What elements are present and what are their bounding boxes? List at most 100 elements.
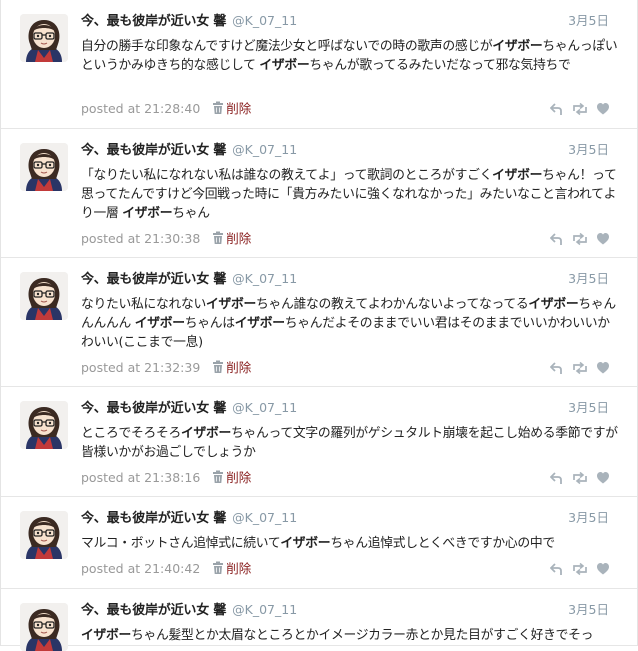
posted-time[interactable]: 21:32:39 [144,360,200,375]
author-handle[interactable]: @K_07_11 [232,602,297,617]
tweet-meta: posted at 21:30:38 削除 [81,230,251,248]
reply-icon [549,233,562,245]
avatar[interactable] [20,603,68,651]
reply-icon[interactable] [549,231,562,250]
text-segment: マルコ・ボットさん追悼式に続いて [81,536,281,551]
posted-time[interactable]: 21:30:38 [144,231,200,246]
avatar[interactable] [20,272,68,320]
tweet-date[interactable]: 3月5日 [568,601,609,619]
author-name[interactable]: 今、最も彼岸が近い女 馨 [81,272,226,287]
favorite-icon[interactable] [596,101,610,120]
tweet-text: マルコ・ボットさん追悼式に続いてイザボーちゃん追悼式しとくべきですか心の中で [81,534,621,553]
retweet-icon [573,102,587,116]
highlight-keyword: イザボー [528,297,579,312]
tweet-date[interactable]: 3月5日 [568,399,609,417]
tweet-date[interactable]: 3月5日 [568,270,609,288]
highlight-keyword: イザボー [280,536,331,551]
delete-link[interactable]: 削除 [226,101,251,116]
favorite-icon[interactable] [596,360,610,379]
reply-icon[interactable] [549,101,562,120]
trash-icon[interactable] [212,470,224,489]
author-name[interactable]: 今、最も彼岸が近い女 馨 [81,603,226,618]
delete-link[interactable]: 削除 [226,231,251,246]
posted-time[interactable]: 21:40:42 [144,561,200,576]
trash-icon [213,231,224,244]
tweet-date[interactable]: 3月5日 [568,12,609,30]
retweet-icon[interactable] [572,470,588,489]
tweet-actions [549,101,612,120]
favorite-icon[interactable] [596,231,610,250]
trash-icon[interactable] [212,561,224,580]
highlight-keyword: イザボー [134,316,185,331]
retweet-icon[interactable] [572,561,588,580]
reply-icon [549,472,562,484]
avatar[interactable] [20,14,68,62]
posted-label: posted at [81,360,141,375]
author-line: 今、最も彼岸が近い女 馨 @K_07_11 [81,12,297,30]
trash-icon [213,101,224,114]
tweet-text: 自分の勝手な印象なんですけど魔法少女と呼ばないでの時の歌声の感じがイザボーちゃん… [81,37,621,75]
posted-time[interactable]: 21:28:40 [144,101,200,116]
author-line: 今、最も彼岸が近い女 馨 @K_07_11 [81,509,297,527]
delete-link[interactable]: 削除 [226,470,251,485]
trash-icon[interactable] [212,231,224,250]
author-line: 今、最も彼岸が近い女 馨 @K_07_11 [81,270,297,288]
text-segment: 「なりたい私になれない私は誰なの教えてよ」って歌詞のところがすごく [81,168,493,183]
text-segment: ちゃん髪型とか太眉なところとかイメージカラー赤とか見た目がすごく好きでそっ [131,628,594,643]
reply-icon[interactable] [549,470,562,489]
trash-icon [213,470,224,483]
favorite-icon [597,103,609,115]
tweet-date[interactable]: 3月5日 [568,509,609,527]
tweet-text: イザボーちゃん髪型とか太眉なところとかイメージカラー赤とか見た目がすごく好きでそ… [81,626,621,645]
reply-icon[interactable] [549,360,562,379]
tweet-item[interactable]: 今、最も彼岸が近い女 馨 @K_07_11 3月5日 なりたい私になれないイザボーちゃ… [1,258,637,387]
author-name[interactable]: 今、最も彼岸が近い女 馨 [81,14,226,29]
tweet-date[interactable]: 3月5日 [568,141,609,159]
avatar[interactable] [20,401,68,449]
retweet-icon [573,361,587,375]
tweet-actions [549,561,612,580]
delete-link[interactable]: 削除 [226,360,251,375]
highlight-keyword: イザボー [180,426,231,441]
tweet-item[interactable]: 今、最も彼岸が近い女 馨 @K_07_11 3月5日 ところでそろそろイザボーちゃんっ… [1,387,637,497]
author-handle[interactable]: @K_07_11 [232,271,297,286]
text-segment: ちゃん追悼式しとくべきですか心の中で [330,536,555,551]
retweet-icon [573,471,587,485]
tweet-item[interactable]: 今、最も彼岸が近い女 馨 @K_07_11 3月5日マルコ・ボットさん追悼式に続いて… [1,497,637,589]
author-handle[interactable]: @K_07_11 [232,400,297,415]
trash-icon[interactable] [212,101,224,120]
author-name[interactable]: 今、最も彼岸が近い女 馨 [81,511,226,526]
reply-icon [549,362,562,374]
tweet-item[interactable]: 今、最も彼岸が近い女 馨 @K_07_11 3月5日イザボーちゃん髪型とか太眉なとこ… [1,589,637,651]
tweet-meta: posted at 21:28:40 削除 [81,100,251,118]
favorite-icon[interactable] [596,470,610,489]
trash-icon [213,561,224,574]
retweet-icon[interactable] [572,231,588,250]
favorite-icon [597,472,609,484]
retweet-icon[interactable] [572,101,588,120]
author-handle[interactable]: @K_07_11 [232,510,297,525]
avatar[interactable] [20,511,68,559]
favorite-icon [597,233,609,245]
author-handle[interactable]: @K_07_11 [232,13,297,28]
author-handle[interactable]: @K_07_11 [232,142,297,157]
author-line: 今、最も彼岸が近い女 馨 @K_07_11 [81,399,297,417]
text-segment: ちゃん誰なの教えてよわかんないよってなってる [255,297,529,312]
posted-time[interactable]: 21:38:16 [144,470,200,485]
favorite-icon[interactable] [596,561,610,580]
reply-icon[interactable] [549,561,562,580]
trash-icon[interactable] [212,360,224,379]
delete-link[interactable]: 削除 [226,561,251,576]
tweet-item[interactable]: 今、最も彼岸が近い女 馨 @K_07_11 3月5日自分の勝手な印象なんですけど魔法… [1,0,637,129]
retweet-icon[interactable] [572,360,588,379]
reply-icon [549,563,562,575]
author-name[interactable]: 今、最も彼岸が近い女 馨 [81,143,226,158]
author-name[interactable]: 今、最も彼岸が近い女 馨 [81,401,226,416]
retweet-icon [573,232,587,246]
text-segment: なりたい私になれない [81,297,206,312]
retweet-icon [573,562,587,576]
tweet-actions [549,360,612,379]
avatar[interactable] [20,143,68,191]
tweet-meta: posted at 21:32:39 削除 [81,359,251,377]
tweet-item[interactable]: 今、最も彼岸が近い女 馨 @K_07_11 3月5日「なりたい私になれない私は誰なの… [1,129,637,258]
